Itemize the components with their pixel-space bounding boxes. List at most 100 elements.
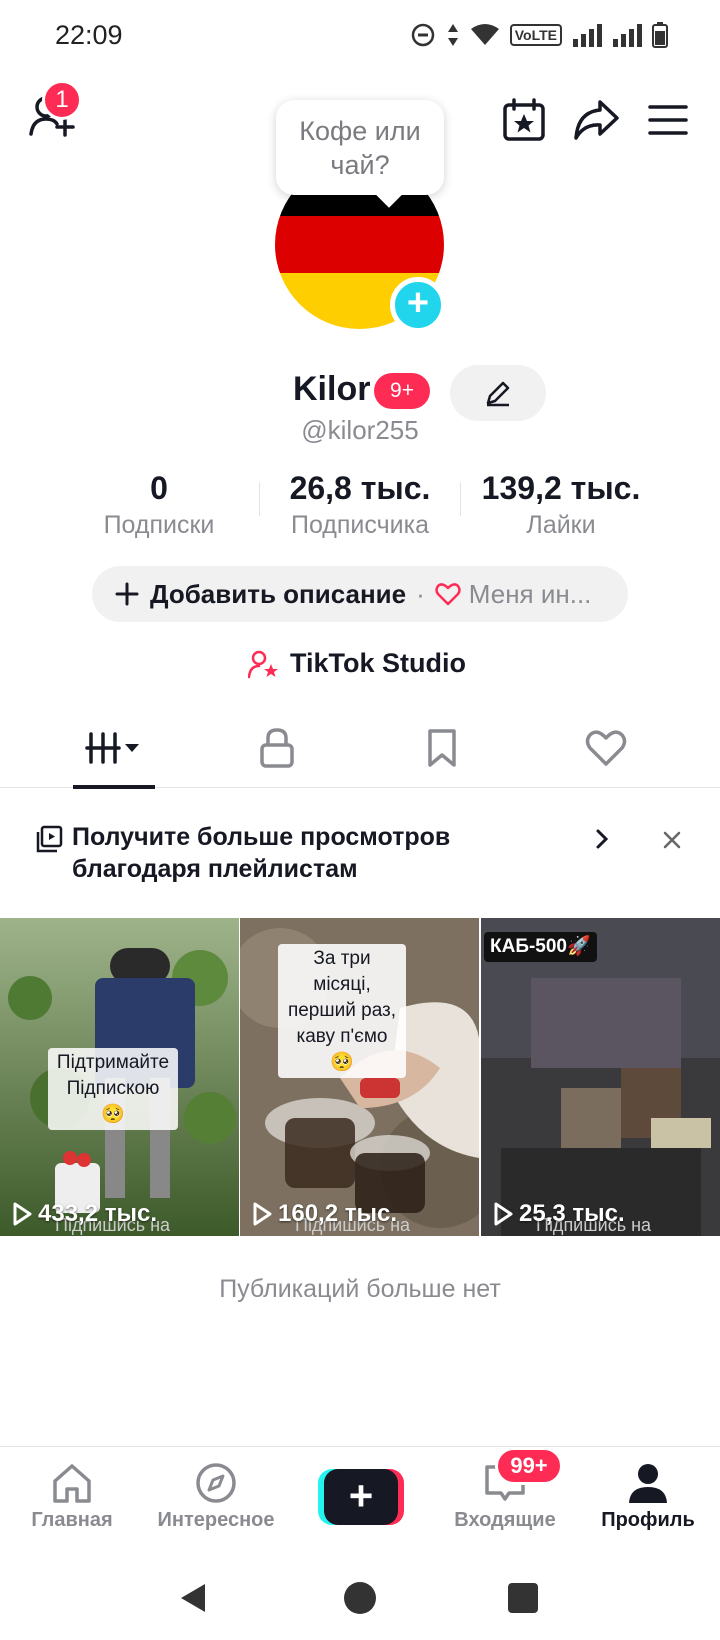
profile-handle: @kilor255	[301, 415, 419, 445]
video-thumbnail-image	[481, 918, 720, 1236]
tiktok-studio-link[interactable]: TikTok Studio	[248, 648, 466, 679]
heart-icon	[585, 730, 627, 766]
promo-text: Получите больше просмотров благодаря пле…	[72, 823, 451, 883]
profile-name: Kilor	[293, 370, 371, 408]
inbox-badge: 99+	[495, 1447, 563, 1485]
tab-saved[interactable]	[397, 708, 487, 788]
chevron-right-icon[interactable]	[592, 827, 612, 851]
create-post-button[interactable]: +	[318, 1469, 404, 1525]
add-bio-button[interactable]: Добавить описание · Меня ин...	[92, 566, 628, 622]
nav-explore-label: Интересное	[157, 1509, 275, 1531]
flag-stripe-red	[275, 216, 444, 273]
home-circle-icon[interactable]	[342, 1580, 378, 1616]
stats-row: 0 Подписки 26,8 тыс. Подписчика 139,2 ты…	[0, 470, 720, 540]
calendar-star-button[interactable]	[498, 94, 550, 146]
play-icon	[13, 1202, 32, 1226]
signal-icon	[573, 24, 602, 47]
following-stat[interactable]: 0 Подписки	[88, 470, 230, 540]
add-story-plus-icon[interactable]: +	[390, 277, 446, 333]
nav-profile[interactable]: Профиль	[578, 1447, 718, 1557]
add-friends-button[interactable]: 1	[26, 80, 82, 142]
back-triangle-icon[interactable]	[175, 1580, 211, 1616]
bookmark-icon	[428, 729, 456, 767]
videos-grid-icon	[85, 732, 139, 764]
nav-inbox-label: Входящие	[454, 1509, 556, 1531]
followers-stat[interactable]: 26,8 тыс. Подписчика	[270, 470, 450, 540]
hamburger-menu-icon	[648, 105, 688, 135]
volte-icon: VoLTE	[509, 24, 562, 46]
clock: 22:09	[55, 20, 123, 50]
add-bio-label: Добавить описание	[150, 578, 407, 609]
plus-icon	[115, 582, 139, 606]
video-thumbnail[interactable]: За три місяці, перший раз, каву п'ємо 🥺 …	[240, 918, 479, 1236]
creator-star-icon	[248, 650, 278, 678]
tab-liked[interactable]	[561, 708, 651, 788]
pencil-icon	[486, 381, 510, 407]
heart-outline-icon	[435, 583, 461, 606]
stat-divider	[460, 482, 461, 516]
play-icon	[494, 1202, 513, 1226]
wifi-icon	[470, 24, 499, 45]
following-label: Подписки	[103, 511, 215, 539]
data-arrows-icon	[447, 24, 458, 46]
view-count-text: 160,2 тыс.	[278, 1200, 397, 1227]
nav-profile-label: Профиль	[601, 1509, 695, 1531]
share-button[interactable]	[570, 94, 622, 146]
system-navigation-bar	[0, 1556, 720, 1640]
video-thumbnail[interactable]: КАБ-500🚀 Підпишись на 25,3 тыс.	[481, 918, 720, 1236]
home-icon	[53, 1464, 91, 1503]
plus-icon: +	[324, 1469, 398, 1525]
play-icon	[253, 1202, 272, 1226]
status-bar: 22:09 VoLTE	[0, 0, 720, 72]
likes-stat[interactable]: 139,2 тыс. Лайки	[466, 470, 656, 540]
friends-badge: 1	[42, 80, 82, 120]
video-thumbnail[interactable]: Підтримайте Підпискою 🥺 Підпишись на 433…	[0, 918, 239, 1236]
lock-icon	[260, 728, 294, 768]
likes-count: 139,2 тыс.	[481, 470, 641, 506]
playlist-promo-banner[interactable]: Получите больше просмотров благодаря пле…	[0, 815, 720, 905]
name-row: Kilor 9+	[0, 365, 720, 421]
studio-label: TikTok Studio	[290, 648, 467, 678]
no-more-posts-text: Публикаций больше нет	[219, 1275, 501, 1303]
compass-icon	[196, 1463, 236, 1503]
active-tab-indicator	[73, 785, 155, 789]
followers-count: 26,8 тыс.	[289, 470, 431, 506]
status-icons: VoLTE	[410, 22, 668, 48]
tab-videos[interactable]	[70, 708, 160, 789]
following-count: 0	[150, 470, 168, 506]
likes-label: Лайки	[526, 511, 596, 539]
calendar-star-icon	[503, 98, 545, 141]
view-count-text: 433,2 тыс.	[38, 1200, 157, 1227]
battery-icon	[652, 22, 668, 48]
signal-icon-2	[613, 24, 642, 47]
profile-tabs	[0, 708, 720, 789]
share-arrow-icon	[574, 100, 619, 140]
nav-home-label: Главная	[31, 1509, 113, 1531]
playlist-icon	[36, 825, 63, 853]
edit-profile-button[interactable]	[450, 365, 546, 421]
menu-button[interactable]	[642, 94, 694, 146]
view-count-text: 25,3 тыс.	[519, 1200, 625, 1227]
nav-inbox[interactable]: 99+ Входящие	[435, 1447, 575, 1557]
profile-person-icon	[629, 1464, 667, 1503]
stat-divider	[259, 482, 260, 516]
view-count: 25,3 тыс.	[493, 1200, 625, 1228]
interests-label: Меня ин...	[468, 578, 592, 609]
nav-explore[interactable]: Интересное	[146, 1447, 286, 1557]
name-badge[interactable]: 9+	[374, 373, 430, 409]
separator-dot: ·	[416, 578, 425, 609]
view-count: 160,2 тыс.	[252, 1200, 397, 1228]
question-bubble[interactable]: Кофе или чай?	[276, 100, 444, 195]
video-overlay-text: За три місяці, перший раз, каву п'ємо 🥺	[278, 944, 406, 1078]
video-grid: Підтримайте Підпискою 🥺 Підпишись на 433…	[0, 918, 720, 1236]
bottom-navigation: Главная Интересное + 99+ Входящие Профил…	[0, 1446, 720, 1556]
video-overlay-text: КАБ-500🚀	[484, 932, 597, 962]
dnd-icon	[411, 23, 434, 47]
nav-home[interactable]: Главная	[2, 1447, 142, 1557]
video-overlay-text: Підтримайте Підпискою 🥺	[48, 1048, 178, 1130]
followers-label: Подписчика	[290, 511, 429, 539]
recents-square-icon[interactable]	[506, 1581, 540, 1615]
view-count: 433,2 тыс.	[12, 1200, 157, 1228]
close-icon[interactable]	[661, 829, 683, 851]
tab-private[interactable]	[232, 708, 322, 788]
